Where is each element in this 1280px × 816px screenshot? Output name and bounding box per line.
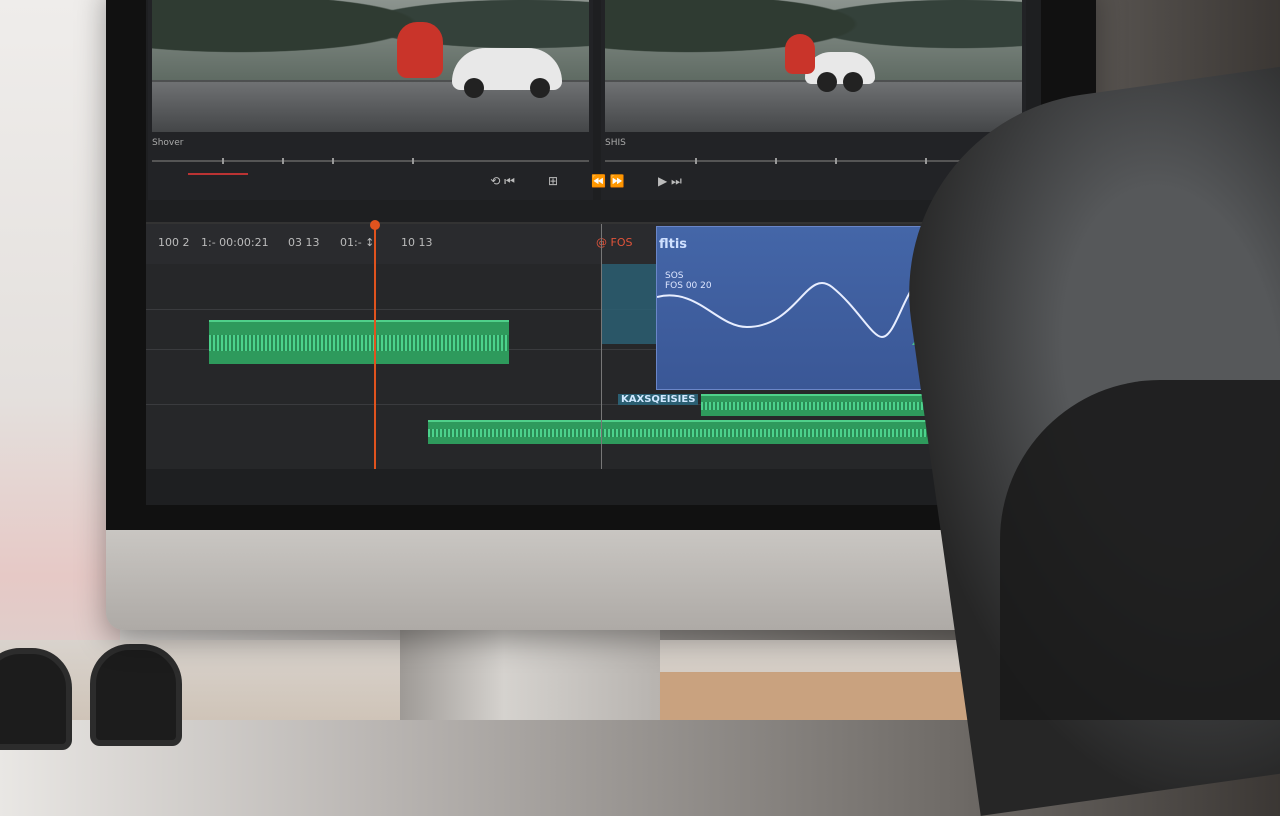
monitor-stand (400, 625, 660, 720)
fx-side-block (601, 264, 656, 344)
playhead[interactable] (370, 220, 380, 469)
timecode-4: 01:- ↕ (340, 236, 375, 249)
car (452, 48, 562, 98)
headphone-cup-left (0, 648, 72, 750)
clip-label: KAXSQEISIES (618, 394, 699, 405)
timecode-5: 10 13 (401, 236, 433, 249)
person-red-small (785, 34, 815, 74)
transport-controls: ⟲ ⏮ ⊞ ⏪ ⏩ ▶ ⏭ (146, 170, 1026, 200)
editor-screen: Shover SHIS ⟲ ⏮ ⊞ ⏪ ⏩ ▶ ⏭ 100 2 1:- 00:0… (146, 0, 1041, 505)
headphone-cup-right (90, 644, 182, 746)
program-viewer-label: SHIS (605, 138, 626, 148)
source-viewer-label: Shover (152, 138, 184, 148)
fullscreen-button[interactable]: ⊞ (548, 174, 558, 188)
audio-clip-3[interactable] (428, 420, 958, 444)
timecode-1: 100 2 (158, 236, 190, 249)
timecode-3: 03 13 (288, 236, 320, 249)
source-frame (152, 0, 589, 132)
timeline-marker (601, 224, 602, 469)
rewind-forward-buttons[interactable]: ⏪ ⏩ (591, 174, 625, 188)
timecode-2: 1:- 00:00:21 (201, 236, 269, 249)
background-wall (0, 0, 120, 720)
headphones (0, 640, 190, 750)
person-red (397, 22, 443, 78)
audio-clip-2[interactable] (701, 394, 956, 416)
audio-clip-1[interactable] (209, 320, 509, 364)
program-frame (605, 0, 1022, 132)
person-shadow (1000, 380, 1280, 720)
car-small (805, 52, 875, 92)
timeline[interactable]: 100 2 1:- 00:00:21 03 13 01:- ↕ 10 13 @ … (146, 220, 1041, 469)
loop-button[interactable]: ⟲ ⏮ (490, 174, 515, 189)
source-scrub-bar[interactable] (152, 158, 589, 164)
play-button[interactable]: ▶ ⏭ (658, 174, 682, 189)
